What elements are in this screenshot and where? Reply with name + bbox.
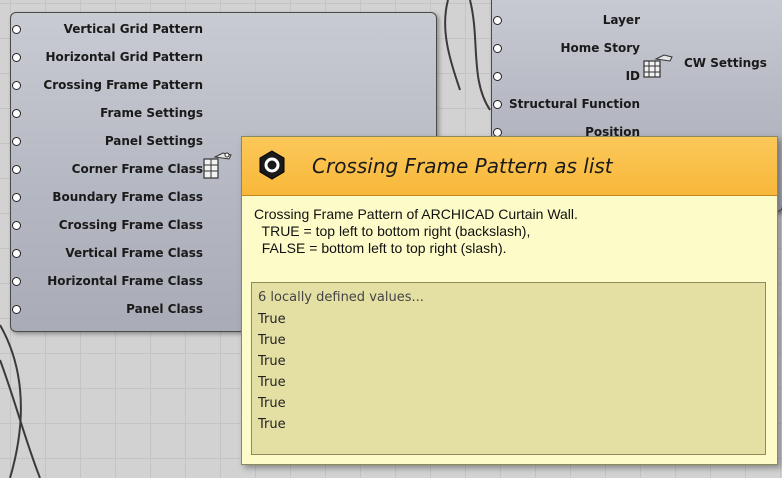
input-vertical-frame-class[interactable]: Vertical Frame Class: [12, 243, 203, 263]
input-crossing-frame-pattern[interactable]: Crossing Frame Pattern: [12, 75, 203, 95]
input-panel-settings[interactable]: Panel Settings: [12, 131, 203, 151]
param-label: Vertical Grid Pattern: [63, 22, 203, 36]
input-crossing-frame-class[interactable]: Crossing Frame Class: [12, 215, 203, 235]
input-port[interactable]: [12, 25, 21, 34]
input-port[interactable]: [12, 53, 21, 62]
list-item: True: [258, 354, 286, 369]
input-port[interactable]: [493, 16, 502, 25]
param-label: ID: [625, 69, 640, 83]
param-label: Corner Frame Class: [71, 162, 203, 176]
input-port[interactable]: [12, 221, 21, 230]
tooltip-header: Crossing Frame Pattern as list: [242, 137, 777, 196]
input-port[interactable]: [12, 137, 21, 146]
input-port[interactable]: [12, 305, 21, 314]
description-line: TRUE = top left to bottom right (backsla…: [254, 223, 531, 239]
input-layer[interactable]: Layer: [493, 10, 640, 30]
param-label: Vertical Frame Class: [65, 246, 203, 260]
param-label: Panel Settings: [104, 134, 203, 148]
param-label: Home Story: [560, 41, 640, 55]
param-label: Panel Class: [126, 302, 203, 316]
input-port[interactable]: [493, 100, 502, 109]
param-label: Horizontal Frame Class: [47, 274, 203, 288]
curtain-wall-grid-icon: [643, 54, 673, 78]
input-boundary-frame-class[interactable]: Boundary Frame Class: [12, 187, 203, 207]
values-header: 6 locally defined values...: [258, 290, 424, 305]
description-line: Crossing Frame Pattern of ARCHICAD Curta…: [254, 206, 578, 222]
description-line: FALSE = bottom left to top right (slash)…: [254, 240, 507, 256]
input-frame-settings[interactable]: Frame Settings: [12, 103, 203, 123]
param-label: Boundary Frame Class: [52, 190, 203, 204]
parameter-tooltip: Crossing Frame Pattern as list Crossing …: [241, 136, 778, 465]
local-values-list: 6 locally defined values... True True Tr…: [251, 282, 766, 455]
param-label: Structural Function: [509, 97, 640, 111]
param-label: Crossing Frame Pattern: [43, 78, 203, 92]
param-label: Frame Settings: [100, 106, 203, 120]
tooltip-title: Crossing Frame Pattern as list: [312, 154, 613, 178]
input-port[interactable]: [12, 109, 21, 118]
param-label: Crossing Frame Class: [58, 218, 203, 232]
input-corner-frame-class[interactable]: Corner Frame Class: [12, 159, 203, 179]
input-structural-function[interactable]: Structural Function: [493, 94, 640, 114]
input-port[interactable]: [12, 193, 21, 202]
list-item: True: [258, 312, 286, 327]
input-horizontal-grid-pattern[interactable]: Horizontal Grid Pattern: [12, 47, 203, 67]
param-label: Layer: [602, 13, 640, 27]
tooltip-description: Crossing Frame Pattern of ARCHICAD Curta…: [254, 206, 769, 257]
input-port[interactable]: [12, 165, 21, 174]
list-item: True: [258, 375, 286, 390]
grasshopper-canvas[interactable]: Vertical Grid Pattern Horizontal Grid Pa…: [0, 0, 782, 478]
input-home-story[interactable]: Home Story: [493, 38, 640, 58]
input-port[interactable]: [12, 81, 21, 90]
param-label: Horizontal Grid Pattern: [45, 50, 203, 64]
input-horizontal-frame-class[interactable]: Horizontal Frame Class: [12, 271, 203, 291]
input-vertical-grid-pattern[interactable]: Vertical Grid Pattern: [12, 19, 203, 39]
input-panel-class[interactable]: Panel Class: [12, 299, 203, 319]
curtain-wall-settings-icon: [203, 152, 232, 179]
list-item: True: [258, 417, 286, 432]
list-item: True: [258, 333, 286, 348]
hexagon-parameter-icon: [259, 150, 285, 180]
input-port[interactable]: [12, 249, 21, 258]
list-item: True: [258, 396, 286, 411]
output-cw-settings[interactable]: CW Settings: [684, 56, 767, 70]
input-id[interactable]: ID: [493, 66, 640, 86]
input-port[interactable]: [12, 277, 21, 286]
input-port[interactable]: [493, 72, 502, 81]
input-port[interactable]: [493, 44, 502, 53]
